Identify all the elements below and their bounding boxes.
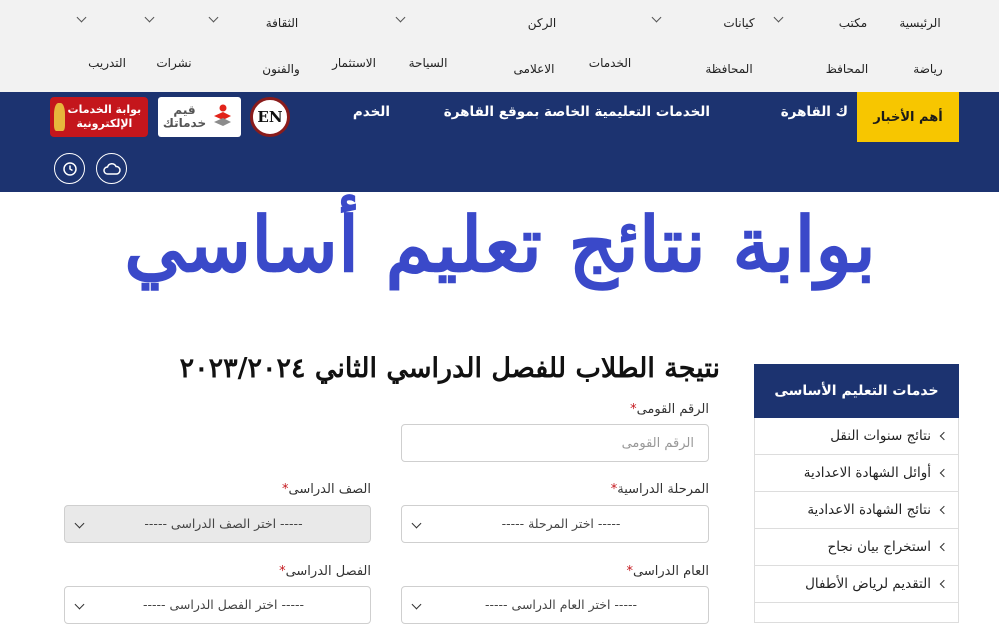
sidebar-title: خدمات التعليم الأساسى (754, 364, 959, 418)
year-select-value: ----- اختر العام الدراسى ----- (485, 597, 637, 612)
grade-select-value: ----- اختر الصف الدراسى ----- (144, 516, 303, 531)
year-label: العام الدراسى* (622, 564, 709, 579)
news-label[interactable]: أهم الأخبار (857, 92, 959, 142)
nav-item-corner[interactable]: الركن (528, 16, 556, 30)
sidebar-item-label: نتائج سنوات النقل (830, 428, 931, 444)
chevron-down-icon (74, 518, 85, 529)
qayem-khadamatak-logo[interactable]: قيم خدماتك (158, 97, 241, 137)
qayem-logo-text: قيم خدماتك (162, 103, 207, 130)
term-label: الفصل الدراسى* (275, 564, 371, 579)
term-select[interactable]: ----- اختر الفصل الدراسى ----- (64, 586, 371, 624)
nav-item-office[interactable]: مكتب (839, 16, 867, 30)
grade-label-text: الصف الدراسى (288, 482, 371, 497)
sidebar-item-prep-results[interactable]: نتائج الشهادة الاعدادية (754, 492, 959, 529)
national-id-field[interactable] (401, 424, 709, 462)
national-id-label: الرقم القومى* (626, 402, 709, 417)
chevron-right-icon (939, 505, 949, 515)
header-bar: أهم الأخبار ك القاهرة الخدمات التعليمية … (0, 92, 999, 192)
sidebar-item-success-statement[interactable]: استخراج بيان نجاح (754, 529, 959, 566)
nav-item-services[interactable]: الخدمات (589, 56, 631, 70)
eagle-emblem-icon (54, 103, 65, 131)
ticker-item[interactable]: الخدم (353, 104, 390, 120)
sidebar-item-label: أوائل الشهادة الاعدادية (803, 465, 931, 481)
nav-item-sports[interactable]: رياضة (913, 62, 942, 76)
nav-item-culture[interactable]: الثقافة (266, 16, 299, 30)
chevron-down-icon (74, 599, 85, 610)
chevron-down-icon (411, 599, 422, 610)
nav-item-arts[interactable]: والفنون (262, 62, 300, 76)
term-label-text: الفصل الدراسى (285, 564, 371, 579)
nav-item-entities[interactable]: كيانات (723, 16, 754, 30)
grade-select[interactable]: ----- اختر الصف الدراسى ----- (64, 505, 371, 543)
nav-item-governor[interactable]: المحافظ (826, 62, 868, 76)
nav-item-investment[interactable]: الاستثمار (332, 56, 376, 70)
chevron-down-icon[interactable] (76, 12, 87, 23)
sidebar-item-prep-top-students[interactable]: أوائل الشهادة الاعدادية (754, 455, 959, 492)
year-label-text: العام الدراسى (632, 564, 709, 579)
top-navigation: الرئيسية مكتب كيانات الركن الثقافة رياضة… (0, 0, 999, 92)
chevron-right-icon (939, 431, 949, 441)
result-heading: نتيجة الطلاب للفصل الدراسي الثاني ٢٠٢٣/٢… (179, 353, 720, 384)
cloud-icon[interactable] (96, 153, 127, 184)
news-ticker[interactable]: ك القاهرة الخدمات التعليمية الخاصة بموقع… (300, 92, 848, 134)
chevron-down-icon[interactable] (773, 12, 784, 23)
nav-item-media[interactable]: الاعلامى (514, 62, 555, 76)
chevron-right-icon (939, 468, 949, 478)
nav-item-bulletins[interactable]: نشرات (156, 56, 191, 70)
clock-icon[interactable] (54, 153, 85, 184)
chevron-down-icon[interactable] (208, 12, 219, 23)
term-select-value: ----- اختر الفصل الدراسى ----- (142, 597, 305, 612)
stage-select[interactable]: ----- اختر المرحلة ----- (401, 505, 709, 543)
gov-portal-text: بوابة الخدمات الإلكترونية (67, 103, 142, 130)
sidebar-item-transfer-results[interactable]: نتائج سنوات النقل (754, 418, 959, 455)
nav-item-tourism[interactable]: السياحة (409, 56, 448, 70)
stage-select-value: ----- اختر المرحلة ----- (501, 516, 621, 531)
stage-label-text: المرحلة الدراسية (617, 482, 709, 497)
gov-services-portal-logo[interactable]: بوابة الخدمات الإلكترونية (50, 97, 148, 137)
page-title: بوابة نتائج تعليم أساسي (124, 200, 876, 289)
nav-item-training[interactable]: التدريب (88, 56, 126, 70)
sidebar-item-label: التقديم لرياض الأطفال (805, 576, 931, 592)
national-id-label-text: الرقم القومى (636, 402, 709, 417)
nav-item-governorate[interactable]: المحافظة (705, 62, 752, 76)
chevron-down-icon (411, 518, 422, 529)
national-id-input[interactable] (402, 425, 708, 461)
ticker-item[interactable]: ك القاهرة (781, 104, 848, 120)
nav-item-home[interactable]: الرئيسية (899, 16, 940, 30)
chevron-down-icon[interactable] (651, 12, 662, 23)
sidebar-item-label: نتائج الشهادة الاعدادية (807, 502, 931, 518)
grade-label: الصف الدراسى* (278, 482, 371, 497)
ticker-item[interactable]: الخدمات التعليمية الخاصة بموقع القاهرة (444, 104, 710, 120)
sidebar-item-label: استخراج بيان نجاح (827, 539, 931, 555)
chevron-right-icon (939, 542, 949, 552)
english-site-logo[interactable]: EN (250, 97, 290, 137)
chevron-down-icon[interactable] (144, 12, 155, 23)
chevron-down-icon[interactable] (395, 12, 406, 23)
year-select[interactable]: ----- اختر العام الدراسى ----- (401, 586, 709, 624)
stage-label: المرحلة الدراسية* (607, 482, 709, 497)
qayem-mark-icon (211, 104, 233, 130)
chevron-right-icon (939, 579, 949, 589)
sidebar-item-kindergarten[interactable]: التقديم لرياض الأطفال (754, 566, 959, 603)
